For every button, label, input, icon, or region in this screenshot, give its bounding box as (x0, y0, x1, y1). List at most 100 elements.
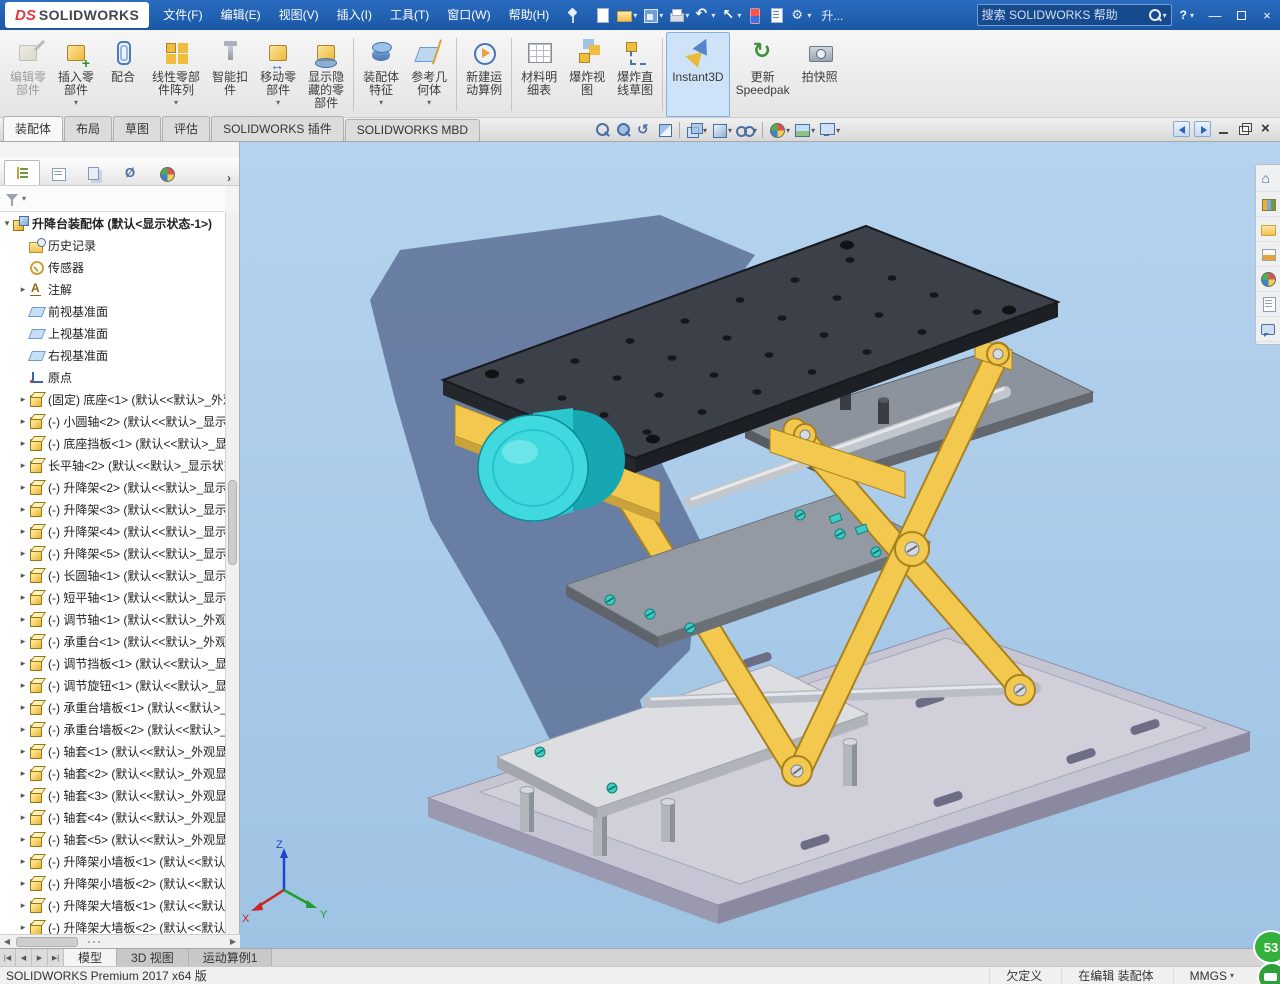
tree-item[interactable]: 传感器 (0, 256, 226, 278)
task-pane-button[interactable] (1256, 292, 1279, 317)
tree-item[interactable]: ▸ (-) 轴套<2> (默认<<默认>_外观显示状态 1>) (0, 762, 226, 784)
next-tab-button[interactable]: ▶ (32, 949, 48, 966)
next-document-icon[interactable] (1194, 121, 1211, 137)
scrollbar-thumb[interactable] (228, 480, 237, 565)
menu-edit[interactable]: 编辑(E) (212, 0, 270, 30)
pin-menu-icon[interactable] (564, 5, 580, 25)
first-tab-button[interactable]: |◀ (0, 949, 16, 966)
smart-fasteners-button[interactable]: 智能扣 件 (206, 32, 254, 117)
save-button[interactable]: ▾ (640, 5, 665, 25)
expand-arrow-icon[interactable]: ▸ (18, 878, 28, 889)
search-input[interactable] (981, 8, 1148, 22)
expand-arrow-icon[interactable]: ▸ (18, 570, 28, 581)
tree-item[interactable]: ▸ (-) 调节轴<1> (默认<<默认>_外观显示状态 1>) (0, 608, 226, 630)
headsup-button[interactable]: ▾ (767, 120, 791, 140)
assembly-features-button[interactable]: 装配体 特征 ▾ (357, 32, 405, 117)
previous-document-icon[interactable] (1173, 121, 1190, 137)
filter-caret-icon[interactable]: ▾ (22, 194, 26, 203)
expand-arrow-icon[interactable]: ▸ (18, 438, 28, 449)
tree-horizontal-scrollbar[interactable]: ◀ ▶ (0, 934, 240, 948)
expand-arrow-icon[interactable]: ▸ (18, 702, 28, 713)
headsup-button[interactable]: ▾ (684, 120, 708, 140)
tree-item[interactable]: ▸ (-) 调节挡板<1> (默认<<默认>_显示状态 1>) (0, 652, 226, 674)
task-pane-button[interactable] (1256, 267, 1279, 292)
tree-item[interactable]: ▸ (-) 升降架<3> (默认<<默认>_显示状态 1>) (0, 498, 226, 520)
orientation-triad[interactable]: Z X Y (242, 839, 328, 925)
insert-components-button[interactable]: 插入零 部件 ▾ (52, 32, 100, 117)
headsup-button[interactable] (592, 120, 612, 140)
tree-item[interactable]: ▸ (-) 底座挡板<1> (默认<<默认>_显示状态 1>) (0, 432, 226, 454)
tree-item[interactable]: ▸ (-) 短平轴<1> (默认<<默认>_显示状态 1>) (0, 586, 226, 608)
tree-item[interactable]: ▸ (-) 轴套<1> (默认<<默认>_外观显示状态 1>) (0, 740, 226, 762)
tree-item[interactable]: ▸ (-) 轴套<5> (默认<<默认>_外观显示状态 1>) (0, 828, 226, 850)
tab-solidworks-mbd[interactable]: SOLIDWORKS MBD (344, 119, 481, 141)
menu-help[interactable]: 帮助(H) (500, 0, 559, 30)
close-button[interactable]: × (1254, 0, 1280, 30)
tab-solidworks-addins[interactable]: SOLIDWORKS 插件 (211, 116, 344, 141)
file-properties-button[interactable] (766, 5, 787, 25)
search-icon[interactable] (1148, 8, 1162, 22)
explode-line-sketch-button[interactable]: 爆炸直 线草图 (611, 32, 659, 117)
edit-component-button[interactable]: 编辑零 部件 (4, 32, 52, 117)
menu-view[interactable]: 视图(V) (270, 0, 328, 30)
task-pane-button[interactable] (1256, 167, 1279, 192)
expand-arrow-icon[interactable]: ▸ (18, 592, 28, 603)
expand-arrow-icon[interactable]: ▸ (18, 922, 28, 933)
tab-model[interactable]: 模型 (64, 949, 118, 966)
tree-item[interactable]: 前视基准面 (0, 300, 226, 322)
show-hidden-components-button[interactable]: 显示隐 藏的零 部件 (302, 32, 350, 117)
headsup-button[interactable]: ▾ (792, 120, 816, 140)
headsup-button[interactable] (613, 120, 633, 140)
instant3d-button[interactable]: Instant3D (666, 32, 730, 117)
expand-arrow-icon[interactable]: ▸ (18, 614, 28, 625)
open-button[interactable]: ▾ (614, 5, 639, 25)
tree-item[interactable]: 右视基准面 (0, 344, 226, 366)
tree-item[interactable]: ▸ (-) 轴套<4> (默认<<默认>_外观显示状态 1>) (0, 806, 226, 828)
headsup-button[interactable] (655, 120, 675, 140)
expand-arrow-icon[interactable]: ▸ (18, 504, 28, 515)
update-speedpak-button[interactable]: 更新 Speedpak (730, 32, 796, 117)
expand-arrow-icon[interactable]: ▸ (18, 834, 28, 845)
expand-arrow-icon[interactable]: ▸ (18, 658, 28, 669)
status-under-defined[interactable]: 欠定义 (989, 967, 1061, 984)
maximize-button[interactable] (1228, 0, 1254, 30)
panel-flyout-arrow[interactable]: › (221, 171, 237, 185)
tab-sketch[interactable]: 草图 (113, 116, 162, 141)
task-pane-button[interactable] (1256, 217, 1279, 242)
tree-item[interactable]: 上视基准面 (0, 322, 226, 344)
expand-arrow-icon[interactable]: ▸ (18, 768, 28, 779)
expand-arrow-icon[interactable]: ▸ (18, 790, 28, 801)
menu-tools[interactable]: 工具(T) (381, 0, 438, 30)
reference-geometry-button[interactable]: 参考几 何体 ▾ (405, 32, 453, 117)
expand-arrow-icon[interactable]: ▸ (18, 636, 28, 647)
displaymanager-tab[interactable] (148, 160, 184, 185)
tree-item[interactable]: 原点 (0, 366, 226, 388)
expand-arrow-icon[interactable]: ▸ (18, 548, 28, 559)
exploded-view-button[interactable]: 爆炸视 图 (563, 32, 611, 117)
expand-arrow-icon[interactable]: ▸ (18, 746, 28, 757)
document-close-icon[interactable] (1257, 120, 1274, 137)
document-minimize-icon[interactable] (1215, 121, 1232, 137)
tree-item[interactable]: ▸ (-) 承重台墙板<2> (默认<<默认>_显示状态 1>) (0, 718, 226, 740)
scroll-right-icon[interactable]: ▶ (226, 937, 240, 946)
tree-item[interactable]: ▸ (-) 调节旋钮<1> (默认<<默认>_显示状态 1>) (0, 674, 226, 696)
scrollbar-thumb[interactable] (16, 936, 78, 947)
tab-assembly[interactable]: 装配体 (3, 116, 64, 141)
featuremanager-tree-tab[interactable] (4, 160, 40, 185)
rebuild-button[interactable] (744, 5, 765, 25)
status-editing-assembly[interactable]: 在编辑 装配体 (1061, 967, 1172, 984)
expand-arrow-icon[interactable]: ▸ (18, 482, 28, 493)
tree-item[interactable]: ▸ (-) 升降架大墙板<2> (默认<<默认>_显示状态 1>) (0, 916, 226, 934)
tree-item[interactable]: ▸ (-) 升降架大墙板<1> (默认<<默认>_显示状态 1>) (0, 894, 226, 916)
task-pane-button[interactable] (1256, 242, 1279, 267)
expand-arrow-icon[interactable]: ▸ (18, 724, 28, 735)
tree-item[interactable]: ▸ (-) 承重台<1> (默认<<默认>_外观显示状态 1>) (0, 630, 226, 652)
headsup-button[interactable]: ▾ (709, 120, 733, 140)
expand-arrow-icon[interactable]: ▸ (18, 284, 28, 295)
filter-funnel-icon[interactable] (6, 192, 20, 206)
task-pane-button[interactable] (1256, 317, 1279, 342)
headsup-button[interactable]: ▾ (734, 120, 758, 140)
tree-item[interactable]: 历史记录 (0, 234, 226, 256)
menu-window[interactable]: 窗口(W) (438, 0, 499, 30)
options-button[interactable]: ▾ (788, 5, 813, 25)
